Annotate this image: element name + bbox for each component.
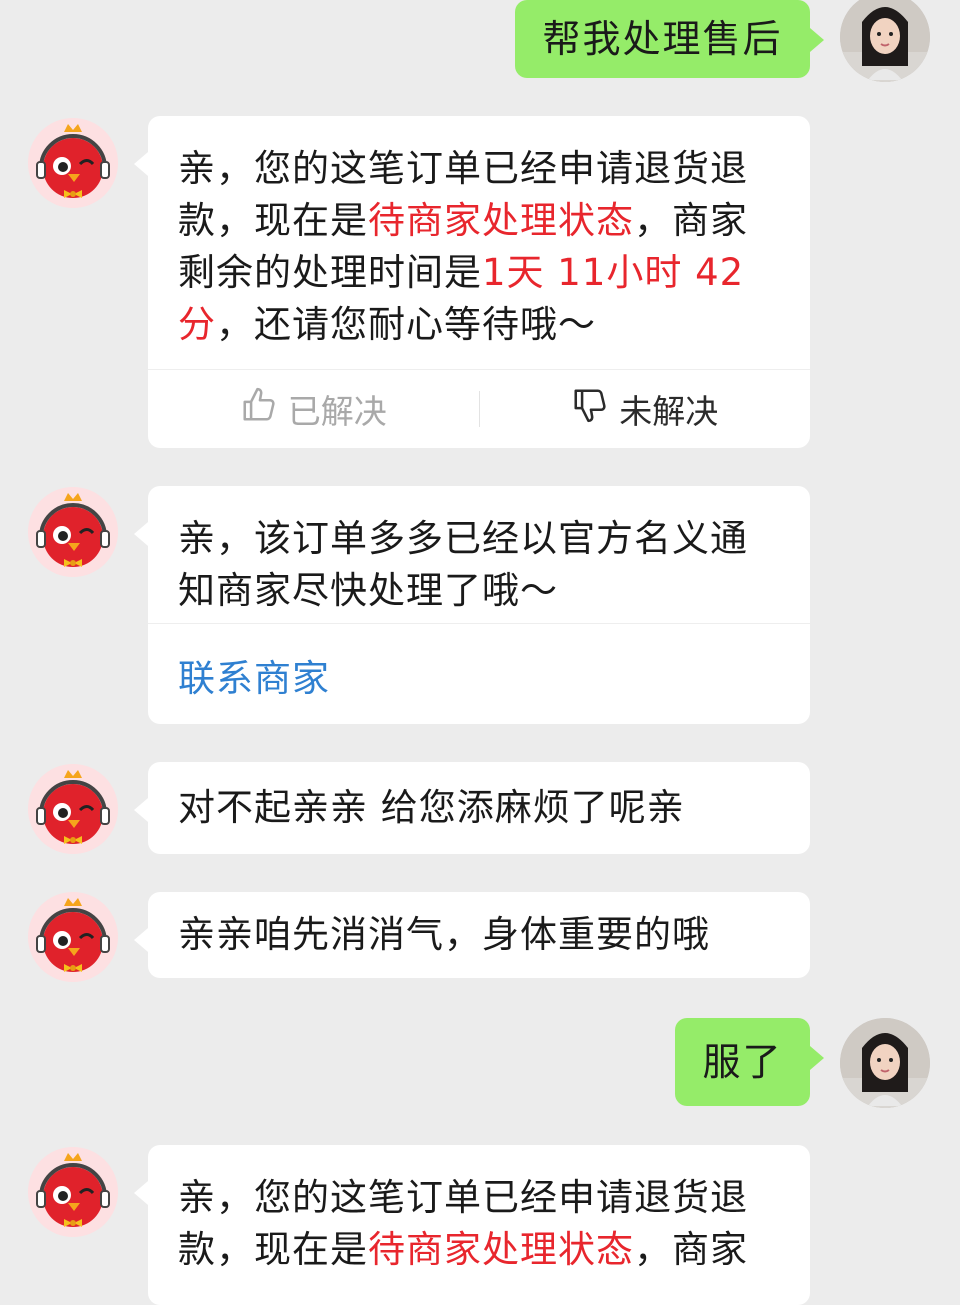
text-segment: ，还请您耐心等待哦～ — [216, 303, 596, 346]
resolved-label: 已解决 — [287, 392, 387, 431]
bot-message-text: 亲亲咱先消消气，身体重要的哦 — [178, 913, 710, 956]
unresolved-label: 未解决 — [619, 392, 719, 431]
feedback-row: 已解决 未解决 — [148, 369, 810, 448]
bot-avatar[interactable] — [28, 764, 118, 854]
user-message-text: 服了 — [702, 1040, 783, 1084]
highlight-status: 待商家处理状态 — [368, 199, 634, 242]
bot-message-bubble: 亲，您的这笔订单已经申请退货退款，现在是待商家处理状态，商家剩余的处理时间是1天… — [134, 116, 810, 448]
bot-message-bubble: 亲，该订单多多已经以官方名义通知商家尽快处理了哦～ 联系商家 — [134, 486, 810, 724]
user-avatar[interactable] — [840, 0, 930, 82]
highlight-status: 待商家处理状态 — [368, 1228, 634, 1271]
bot-message-text: 亲，该订单多多已经以官方名义通知商家尽快处理了哦～ — [178, 517, 748, 612]
thumbs-down-icon — [571, 386, 609, 432]
unresolved-button[interactable]: 未解决 — [480, 385, 811, 433]
bot-avatar[interactable] — [28, 487, 118, 577]
bot-message-text: 亲，您的这笔订单已经申请退货退款，现在是待商家处理状态，商家 — [148, 1145, 810, 1276]
user-message-bubble: 帮我处理售后 — [515, 0, 824, 78]
bot-avatar[interactable] — [28, 892, 118, 982]
user-message-text: 帮我处理售后 — [542, 17, 783, 61]
bot-message-bubble: 亲亲咱先消消气，身体重要的哦 — [134, 892, 810, 978]
bot-message-bubble: 对不起亲亲 给您添麻烦了呢亲 — [134, 762, 810, 854]
resolved-button[interactable]: 已解决 — [148, 385, 479, 433]
contact-merchant-link[interactable]: 联系商家 — [178, 648, 330, 702]
bot-message-text: 对不起亲亲 给您添麻烦了呢亲 — [178, 786, 685, 829]
bot-message-bubble: 亲，您的这笔订单已经申请退货退款，现在是待商家处理状态，商家 — [134, 1145, 810, 1305]
bot-avatar[interactable] — [28, 1147, 118, 1237]
user-message-bubble: 服了 — [675, 1018, 824, 1106]
action-row: 联系商家 — [148, 623, 810, 724]
bot-avatar[interactable] — [28, 118, 118, 208]
user-avatar[interactable] — [840, 1018, 930, 1108]
thumbs-up-icon — [240, 386, 278, 432]
bot-message-text: 亲，您的这笔订单已经申请退货退款，现在是待商家处理状态，商家剩余的处理时间是1天… — [148, 116, 810, 351]
text-segment: ，商家 — [634, 1228, 748, 1271]
